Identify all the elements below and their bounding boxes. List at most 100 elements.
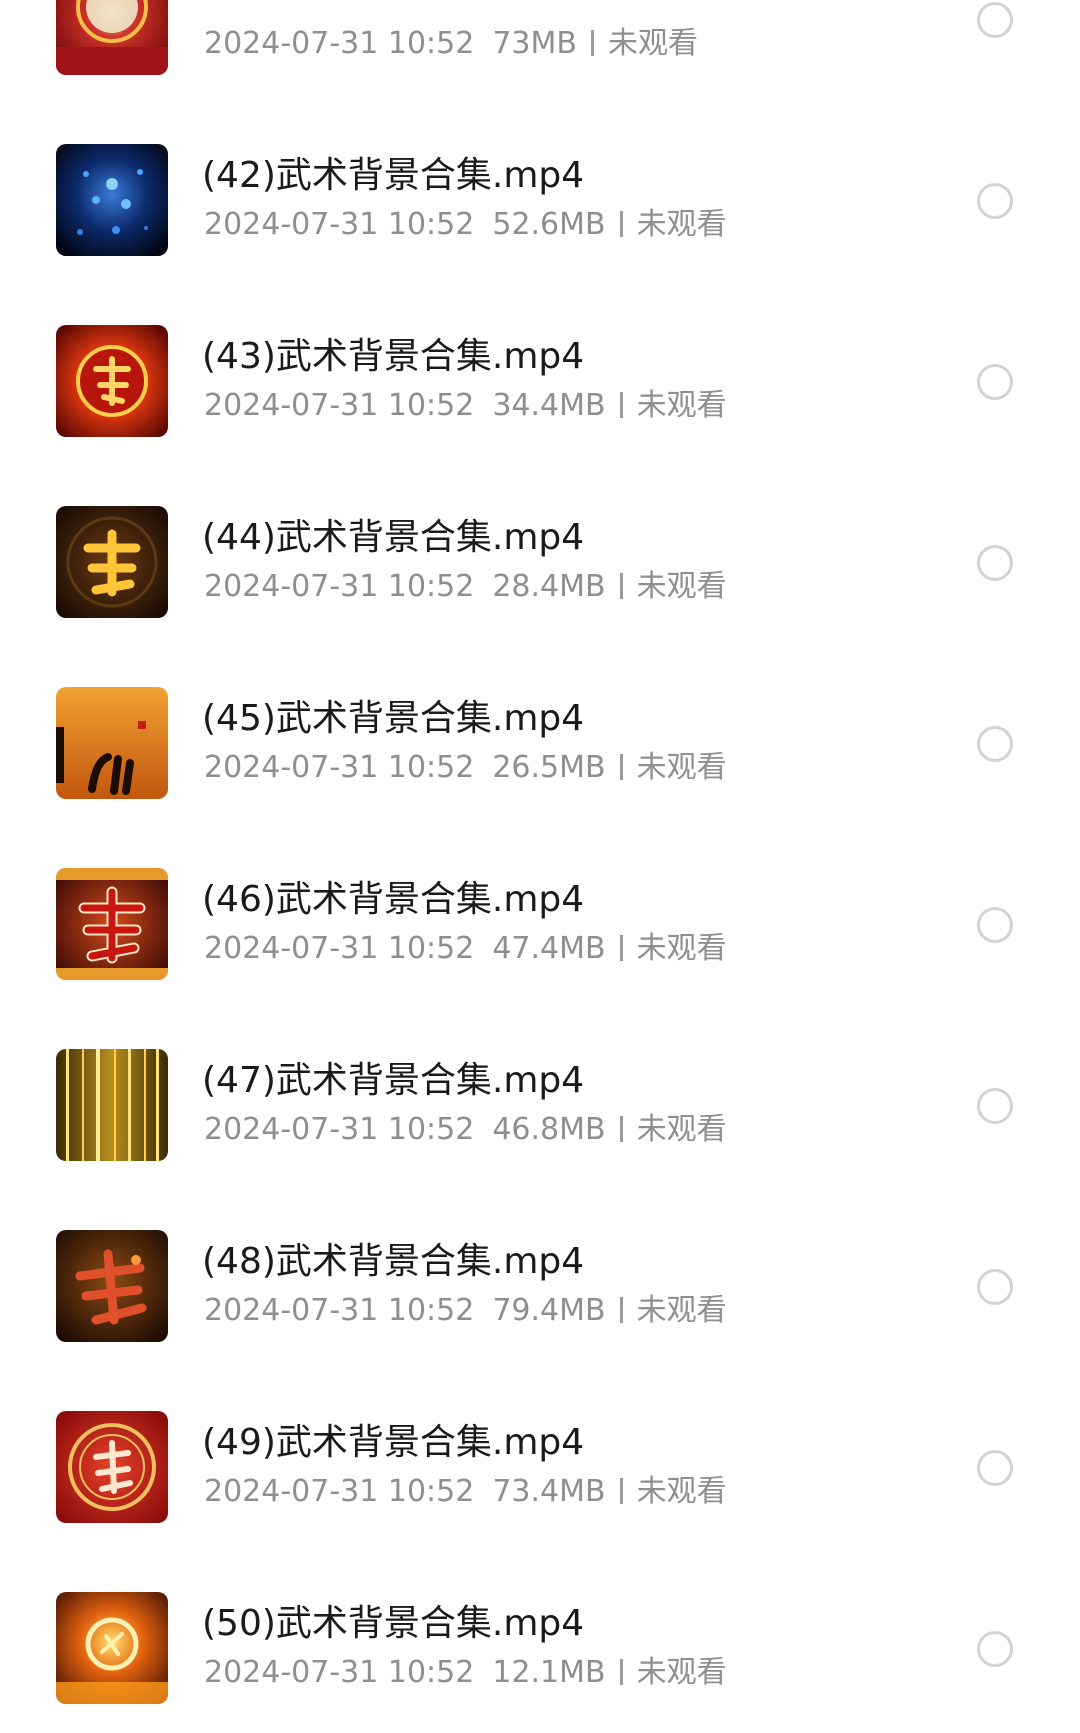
select-radio-button[interactable] <box>977 1630 1013 1667</box>
watch-status: 未观看 <box>636 749 727 785</box>
file-meta: 2024-07-31 10:52 73MB 未观看 <box>204 23 698 65</box>
watch-status: 未观看 <box>607 25 698 61</box>
file-size: 73MB <box>492 25 577 61</box>
meta-divider <box>619 210 623 237</box>
red-wu-character-thumbnail-icon <box>56 867 168 980</box>
file-name: (50)武术背景合集.mp4 <box>202 1602 585 1644</box>
file-size: 52.6MB <box>492 206 606 242</box>
fiery-wu-character-thumbnail-icon <box>56 1229 168 1342</box>
video-thumbnail <box>56 0 168 75</box>
meta-divider <box>619 1115 623 1142</box>
select-radio-button[interactable] <box>977 544 1013 581</box>
file-date: 2024-07-31 10:52 <box>204 749 475 785</box>
meta-divider <box>619 391 623 418</box>
select-radio-button[interactable] <box>977 363 1013 400</box>
file-name: (45)武术背景合集.mp4 <box>202 697 585 739</box>
file-size: 47.4MB <box>492 930 606 966</box>
file-row[interactable]: (50)武术背景合集.mp4 2024-07-31 10:52 12.1MB 未观看 <box>0 1557 1080 1733</box>
file-row[interactable]: (47)武术背景合集.mp4 2024-07-31 10:52 46.8MB 未观看 <box>0 1014 1080 1195</box>
file-meta: 2024-07-31 10:52 12.1MB 未观看 <box>204 1652 727 1694</box>
red-gold-seal-thumbnail-icon <box>56 0 168 75</box>
file-meta: 2024-07-31 10:52 52.6MB 未观看 <box>204 204 727 246</box>
file-name: (49)武术背景合集.mp4 <box>202 1421 585 1463</box>
file-row[interactable]: (48)武术背景合集.mp4 2024-07-31 10:52 79.4MB 未观看 <box>0 1195 1080 1376</box>
select-radio-button[interactable] <box>977 182 1013 219</box>
file-name: (44)武术背景合集.mp4 <box>202 516 585 558</box>
file-date: 2024-07-31 10:52 <box>204 1473 475 1509</box>
file-meta: 2024-07-31 10:52 26.5MB 未观看 <box>204 747 727 789</box>
meta-divider <box>590 29 594 56</box>
file-row[interactable]: (44)武术背景合集.mp4 2024-07-31 10:52 28.4MB 未观看 <box>0 471 1080 652</box>
file-date: 2024-07-31 10:52 <box>204 206 475 242</box>
video-thumbnail <box>56 505 168 618</box>
file-size: 28.4MB <box>492 568 606 604</box>
fire-ring-thumbnail-icon <box>56 1591 168 1704</box>
meta-divider <box>619 1477 623 1504</box>
meta-divider <box>619 572 623 599</box>
file-size: 34.4MB <box>492 387 606 423</box>
video-thumbnail <box>56 686 168 799</box>
watch-status: 未观看 <box>636 1473 727 1509</box>
file-row[interactable]: (46)武术背景合集.mp4 2024-07-31 10:52 47.4MB 未观看 <box>0 833 1080 1014</box>
file-date: 2024-07-31 10:52 <box>204 930 475 966</box>
file-name: (43)武术背景合集.mp4 <box>202 335 585 377</box>
red-emblem-thumbnail-icon <box>56 1410 168 1523</box>
file-name: (47)武术背景合集.mp4 <box>202 1059 585 1101</box>
file-row[interactable]: (45)武术背景合集.mp4 2024-07-31 10:52 26.5MB 未观看 <box>0 652 1080 833</box>
file-size: 26.5MB <box>492 749 606 785</box>
file-date: 2024-07-31 10:52 <box>204 568 475 604</box>
video-thumbnail <box>56 867 168 980</box>
ink-calligraphy-thumbnail-icon <box>56 686 168 799</box>
meta-divider <box>619 753 623 780</box>
watch-status: 未观看 <box>636 568 727 604</box>
select-radio-button[interactable] <box>977 1 1013 38</box>
file-row[interactable]: (43)武术背景合集.mp4 2024-07-31 10:52 34.4MB 未观看 <box>0 290 1080 471</box>
watch-status: 未观看 <box>636 387 727 423</box>
video-thumbnail <box>56 324 168 437</box>
watch-status: 未观看 <box>636 1654 727 1690</box>
file-name: (48)武术背景合集.mp4 <box>202 1240 585 1282</box>
gold-streaks-thumbnail-icon <box>56 1048 168 1161</box>
watch-status: 未观看 <box>636 206 727 242</box>
video-thumbnail <box>56 1410 168 1523</box>
meta-divider <box>619 1658 623 1685</box>
watch-status: 未观看 <box>636 1292 727 1328</box>
select-radio-button[interactable] <box>977 1268 1013 1305</box>
blue-particles-thumbnail-icon <box>56 143 168 256</box>
file-meta: 2024-07-31 10:52 46.8MB 未观看 <box>204 1109 727 1151</box>
file-row[interactable]: (49)武术背景合集.mp4 2024-07-31 10:52 73.4MB 未观看 <box>0 1376 1080 1557</box>
file-meta: 2024-07-31 10:52 28.4MB 未观看 <box>204 566 727 608</box>
file-date: 2024-07-31 10:52 <box>204 1111 475 1147</box>
file-meta: 2024-07-31 10:52 34.4MB 未观看 <box>204 385 727 427</box>
video-thumbnail <box>56 1229 168 1342</box>
file-date: 2024-07-31 10:52 <box>204 1654 475 1690</box>
select-radio-button[interactable] <box>977 1449 1013 1486</box>
file-meta: 2024-07-31 10:52 73.4MB 未观看 <box>204 1471 727 1513</box>
watch-status: 未观看 <box>636 930 727 966</box>
file-size: 12.1MB <box>492 1654 606 1690</box>
video-thumbnail <box>56 1048 168 1161</box>
file-size: 79.4MB <box>492 1292 606 1328</box>
select-radio-button[interactable] <box>977 1087 1013 1124</box>
file-row[interactable]: 2024-07-31 10:52 73MB 未观看 <box>0 0 1080 109</box>
file-size: 73.4MB <box>492 1473 606 1509</box>
file-row[interactable]: (42)武术背景合集.mp4 2024-07-31 10:52 52.6MB 未观看 <box>0 109 1080 290</box>
file-size: 46.8MB <box>492 1111 606 1147</box>
gold-wu-character-thumbnail-icon <box>56 505 168 618</box>
file-name: (46)武术背景合集.mp4 <box>202 878 585 920</box>
video-thumbnail <box>56 1591 168 1704</box>
meta-divider <box>619 934 623 961</box>
select-radio-button[interactable] <box>977 906 1013 943</box>
meta-divider <box>619 1296 623 1323</box>
file-list: 2024-07-31 10:52 73MB 未观看 (42)武术背景合集.mp4… <box>0 0 1080 1733</box>
file-date: 2024-07-31 10:52 <box>204 25 475 61</box>
select-radio-button[interactable] <box>977 725 1013 762</box>
file-meta: 2024-07-31 10:52 79.4MB 未观看 <box>204 1290 727 1332</box>
video-thumbnail <box>56 143 168 256</box>
file-meta: 2024-07-31 10:52 47.4MB 未观看 <box>204 928 727 970</box>
fire-wu-character-circle-thumbnail-icon <box>56 324 168 437</box>
watch-status: 未观看 <box>636 1111 727 1147</box>
file-date: 2024-07-31 10:52 <box>204 1292 475 1328</box>
file-name: (42)武术背景合集.mp4 <box>202 154 585 196</box>
file-date: 2024-07-31 10:52 <box>204 387 475 423</box>
